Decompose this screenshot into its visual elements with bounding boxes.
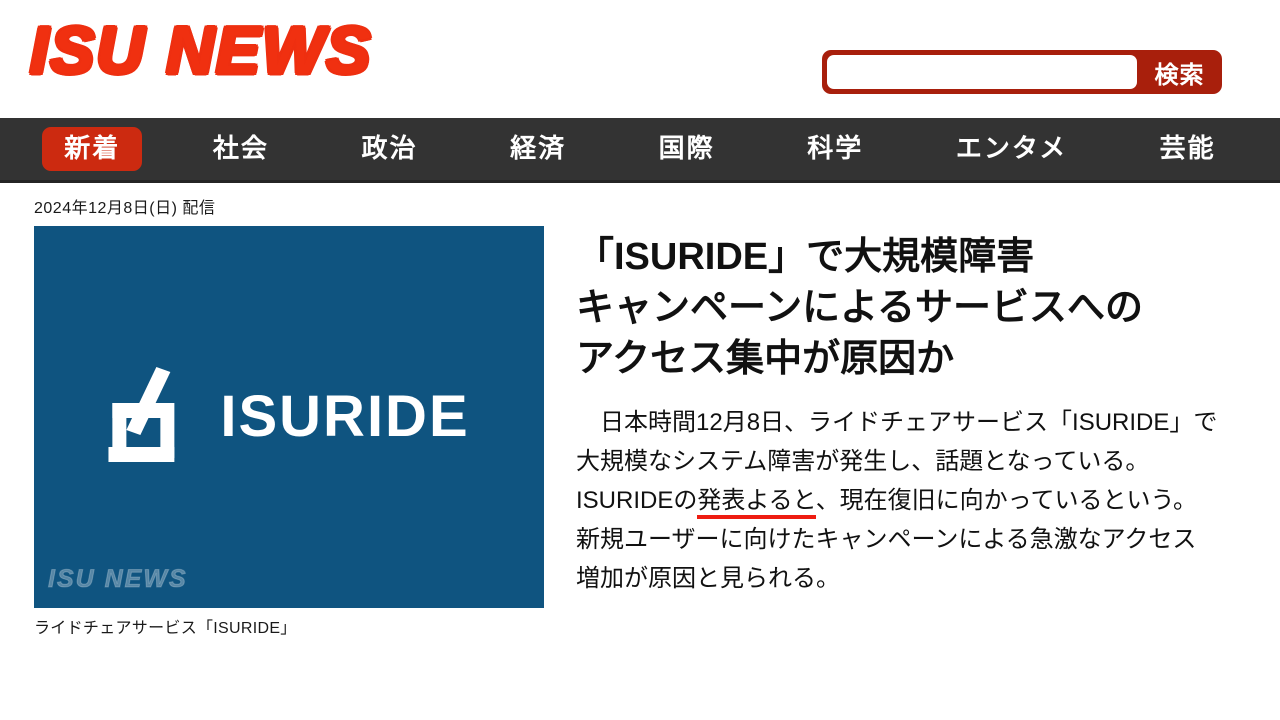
body-line-1: 日本時間12月8日、ライドチェアサービス「ISURIDE」で bbox=[576, 403, 1246, 442]
article-body: ISURIDE ISU NEWS ライドチェアサービス「ISURIDE」 「IS… bbox=[34, 226, 1246, 640]
article-lead-paragraph: 日本時間12月8日、ライドチェアサービス「ISURIDE」で 大規模なシステム障… bbox=[576, 403, 1246, 599]
nav-item-keizai[interactable]: 経済 bbox=[488, 127, 588, 170]
nav-item-kagaku[interactable]: 科学 bbox=[785, 127, 885, 170]
nav-item-shincho[interactable]: 新着 bbox=[42, 127, 143, 171]
nav-item-geinou[interactable]: 芸能 bbox=[1138, 127, 1238, 170]
body-line-3: ISURIDEの発表よると、現在復旧に向かっているという。 bbox=[576, 481, 1246, 520]
nav-item-kokusai[interactable]: 国際 bbox=[637, 127, 737, 170]
body-line-1-pre: 日本時間12月8日、ライドチェアサービス「ISURIDE」で bbox=[576, 408, 1218, 436]
isuride-logo-lockup: ISURIDE bbox=[108, 367, 469, 467]
nav-item-shakai[interactable]: 社会 bbox=[191, 127, 291, 170]
body-line-4: 新規ユーザーに向けたキャンペーンによる急激なアクセス bbox=[576, 520, 1246, 559]
article-headline: 「ISURIDE」で大規模障害 キャンペーンによるサービスへの アクセス集中が原… bbox=[576, 232, 1246, 385]
nav-item-seiji[interactable]: 政治 bbox=[339, 127, 439, 170]
body-line-3-pre: ISURIDEの bbox=[576, 487, 698, 515]
article-figure: ISURIDE ISU NEWS ライドチェアサービス「ISURIDE」 bbox=[34, 226, 544, 640]
article: 2024年12月8日(日) 配信 ISURIDE ISU NEWS ライドチェア… bbox=[0, 183, 1280, 640]
article-text-column: 「ISURIDE」で大規模障害 キャンペーンによるサービスへの アクセス集中が原… bbox=[576, 226, 1246, 598]
site-header: ISU NEWS 検索 bbox=[0, 0, 1280, 118]
figure-caption: ライドチェアサービス「ISURIDE」 bbox=[34, 620, 297, 638]
headline-line-1: 「ISURIDE」で大規模障害 bbox=[576, 236, 1035, 279]
site-logo[interactable]: ISU NEWS bbox=[29, 12, 372, 88]
image-watermark: ISU NEWS bbox=[48, 565, 188, 594]
body-line-4-pre: 新規ユーザーに向けたキャンペーンによる急激なアクセス bbox=[576, 526, 1197, 554]
isuride-wordmark: ISURIDE bbox=[220, 384, 470, 450]
nav-item-entame[interactable]: エンタメ bbox=[934, 127, 1089, 170]
hero-image[interactable]: ISURIDE ISU NEWS bbox=[34, 226, 544, 609]
body-line-5: 増加が原因と見られる。 bbox=[576, 559, 1246, 598]
chair-logo-mark-icon bbox=[108, 367, 186, 467]
search-box: 検索 bbox=[822, 50, 1222, 94]
body-line-2: 大規模なシステム障害が発生し、話題となっている。 bbox=[576, 442, 1246, 481]
search-input[interactable] bbox=[827, 55, 1137, 89]
body-line-5-pre: 増加が原因と見られる。 bbox=[576, 565, 840, 593]
headline-line-3: アクセス集中が原因か bbox=[576, 338, 955, 380]
search-submit-button[interactable]: 検索 bbox=[1137, 55, 1222, 90]
article-publish-date: 2024年12月8日(日) 配信 bbox=[34, 200, 216, 217]
main-nav: 新着 社会 政治 経済 国際 科学 エンタメ 芸能 bbox=[0, 118, 1280, 183]
body-line-3-underlined-text: 発表よると bbox=[697, 487, 816, 520]
body-line-3-post: 、現在復旧に向かっているという。 bbox=[815, 487, 1198, 515]
body-line-2-pre: 大規模なシステム障害が発生し、話題となっている。 bbox=[576, 448, 1150, 476]
headline-line-2: キャンペーンによるサービスへの bbox=[576, 287, 1143, 330]
